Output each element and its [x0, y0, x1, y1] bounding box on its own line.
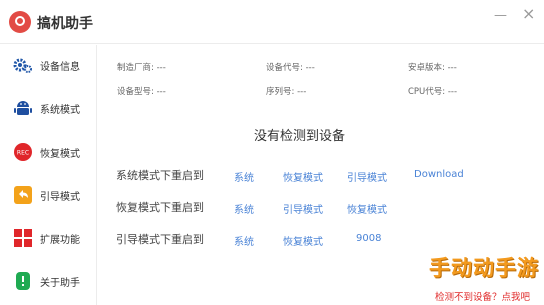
reboot-option-button[interactable]: 9008 [356, 233, 381, 244]
rec-icon: REC [14, 143, 32, 161]
device-code-field: 设备代号: --- [266, 63, 315, 73]
sidebar-item-extensions[interactable]: 扩展功能 [0, 223, 97, 253]
reboot-option-button[interactable]: Download [414, 169, 464, 180]
reboot-option-button[interactable]: 恢复模式 [283, 233, 323, 248]
reboot-option-button[interactable]: 引导模式 [347, 169, 387, 184]
manufacturer-field: 制造厂商: --- [117, 63, 166, 73]
app-title: 搞机助手 [37, 16, 93, 32]
device-not-detected-help-link[interactable]: 检测不到设备？点我吧 [435, 289, 530, 303]
sidebar-item-about[interactable]: 关于助手 [0, 266, 97, 296]
sidebar-item-label: 系统模式 [40, 105, 80, 116]
sidebar-item-label: 扩展功能 [40, 235, 80, 246]
sidebar-item-label: 恢复模式 [40, 149, 80, 160]
svg-text:REC: REC [17, 150, 29, 157]
serial-number-field: 序列号: --- [266, 87, 307, 97]
reboot-option-button[interactable]: 系统 [234, 169, 254, 184]
sidebar-item-label: 设备信息 [40, 62, 80, 73]
reboot-row-label: 系统模式下重启到 [116, 169, 204, 182]
grid-icon [14, 229, 32, 247]
reboot-option-button[interactable]: 恢复模式 [347, 201, 387, 216]
sidebar-item-system-mode[interactable]: 系统模式 [0, 93, 97, 123]
reboot-row-label: 恢复模式下重启到 [116, 201, 204, 214]
reboot-option-button[interactable]: 系统 [234, 233, 254, 248]
cpu-code-field: CPU代号: --- [408, 87, 458, 97]
watermark-logo: 手动动手游 [429, 256, 539, 280]
back-arrow-icon [14, 186, 32, 204]
reboot-option-button[interactable]: 恢复模式 [283, 169, 323, 184]
no-device-headline: 没有检测到设备 [253, 129, 345, 144]
reboot-option-button[interactable]: 引导模式 [283, 201, 323, 216]
reboot-option-button[interactable]: 系统 [234, 201, 254, 216]
minimize-button[interactable]: — [494, 8, 507, 24]
sidebar-item-label: 引导模式 [40, 192, 80, 203]
gear-icon [13, 58, 32, 73]
title-bar: 搞机助手 — × [0, 0, 544, 44]
app-logo-icon [9, 11, 31, 33]
android-icon [14, 101, 32, 115]
sidebar-item-bootloader-mode[interactable]: 引导模式 [0, 180, 97, 210]
phone-icon [16, 272, 30, 290]
close-button[interactable]: × [522, 6, 535, 22]
sidebar-item-label: 关于助手 [40, 278, 80, 289]
reboot-row-label: 引导模式下重启到 [116, 233, 204, 246]
sidebar: 设备信息 系统模式 REC 恢复模式 引导模式 扩展功能 关于助手 [0, 45, 97, 305]
sidebar-item-device-info[interactable]: 设备信息 [0, 50, 97, 80]
device-model-field: 设备型号: --- [117, 87, 166, 97]
android-version-field: 安卓版本: --- [408, 63, 457, 73]
